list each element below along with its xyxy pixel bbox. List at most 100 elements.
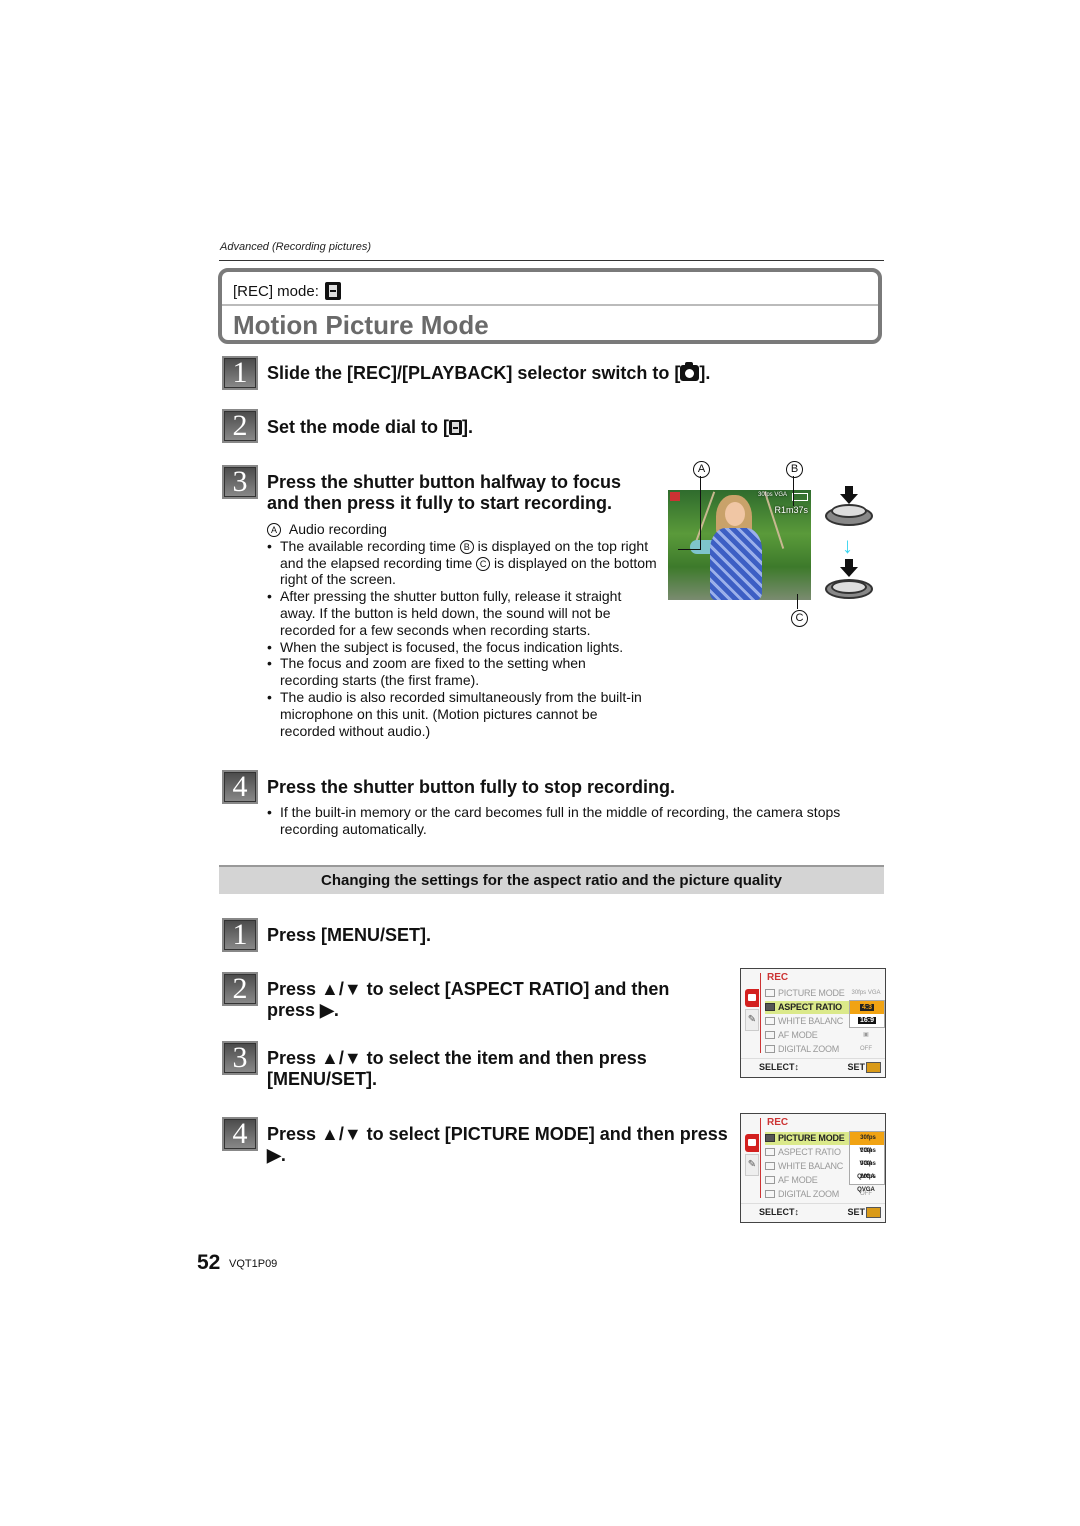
step-1-text: Slide the [REC]/[PLAYBACK] selector swit… (267, 362, 711, 384)
step-2-text: Set the mode dial to []. (267, 417, 473, 438)
header-rule (219, 260, 884, 261)
set-hint: SET (847, 1207, 865, 1217)
step-2-text-after: ]. (462, 417, 474, 437)
menu-row-picture-mode[interactable]: PICTURE MODE (765, 1132, 849, 1145)
motion-picture-film-icon (324, 282, 341, 300)
down-arrow-icon: ↓ (842, 533, 853, 558)
callout-b-marker: B (459, 539, 474, 554)
menu-row-label: PICTURE MODE (778, 1133, 845, 1143)
menu-row-label: DIGITAL ZOOM (778, 1044, 840, 1054)
shutter-top (831, 580, 867, 594)
menu-row-af-mode[interactable]: AF MODE (765, 1174, 849, 1187)
settings-step-3-text: Press ▲/▼ to select the item and then pr… (267, 1048, 647, 1090)
menu-footer: SELECT↕ SET (741, 1058, 885, 1077)
option-10fps-qvga[interactable]: 10fps QVGA (850, 1171, 884, 1193)
callout-b-leader (793, 476, 794, 506)
note-bullet-4: The focus and zoom are fixed to the sett… (267, 655, 640, 689)
shutter-half-press-icon (823, 486, 875, 528)
menu-row-label: PICTURE MODE (778, 988, 845, 998)
page-title: Motion Picture Mode (233, 310, 489, 340)
menu-title: REC (767, 1117, 789, 1128)
option-30fps-vga[interactable]: 30fps VGA (850, 1132, 884, 1154)
menu-row-digital-zoom[interactable]: DIGITAL ZOOM (765, 1043, 849, 1056)
select-hint: SELECT↕ (759, 1207, 800, 1217)
callout-a-note: A Audio recording (267, 521, 659, 538)
settings-step-3-line-2: [MENU/SET]. (267, 1069, 377, 1089)
option-label: 10fps QVGA (857, 1174, 876, 1193)
menu-row-digital-zoom[interactable]: DIGITAL ZOOM (765, 1188, 849, 1201)
menu-row-label: AF MODE (778, 1030, 818, 1040)
step-badge-4: 4 (222, 770, 258, 804)
rec-menu-tab-camera-icon[interactable] (745, 1134, 759, 1152)
menu-set-button-icon (866, 1207, 881, 1218)
menu-screen-picture-mode: ✎ REC PICTURE MODE ASPECT RATIO WHITE BA… (740, 1113, 886, 1223)
option-16-9[interactable]: 16:9 (850, 1014, 884, 1027)
menu-row-label: AF MODE (778, 1175, 818, 1185)
menu-footer: SELECT↕ SET (741, 1203, 885, 1222)
white-balance-icon (765, 1162, 775, 1170)
title-divider (222, 304, 878, 306)
settings-step-2-text: Press ▲/▼ to select [ASPECT RATIO] and t… (267, 979, 669, 1021)
menu-row-aspect-ratio[interactable]: ASPECT RATIO (765, 1146, 849, 1159)
menu-row-af-mode[interactable]: AF MODE (765, 1029, 849, 1042)
settings-step-badge-2: 2 (222, 972, 258, 1006)
motion-picture-film-icon (449, 420, 463, 435)
menu-row-white-balance[interactable]: WHITE BALANC (765, 1015, 849, 1028)
option-30fps-qvga[interactable]: 30fps QVGA (850, 1158, 884, 1180)
note-bullet-2: After pressing the shutter button fully,… (267, 588, 659, 638)
setup-menu-tab-wrench-icon[interactable]: ✎ (745, 1009, 759, 1031)
menu-row-white-balance[interactable]: WHITE BALANC (765, 1160, 849, 1173)
illustration-callout-b: B (786, 460, 803, 478)
menu-row-label: ASPECT RATIO (778, 1147, 841, 1157)
callout-a-leader (700, 476, 701, 550)
illustration-callout-c: C (791, 609, 808, 627)
press-arrow-stem (845, 486, 853, 494)
illustration-callout-a: A (693, 460, 710, 478)
picture-mode-icon (765, 989, 775, 997)
setup-menu-tab-wrench-icon[interactable]: ✎ (745, 1154, 759, 1176)
step-4-text: Press the shutter button fully to stop r… (267, 777, 676, 797)
press-arrow-stem (845, 559, 853, 567)
option-label: 16:9 (857, 1017, 876, 1024)
title-box: [REC] mode: Motion Picture Mode (218, 268, 882, 344)
step-1-text-after: ]. (699, 363, 711, 383)
settings-step-badge-4: 4 (222, 1117, 258, 1151)
white-balance-icon (765, 1017, 775, 1025)
af-mode-icon (765, 1176, 775, 1184)
rec-menu-tab-camera-icon[interactable] (745, 989, 759, 1007)
note-bullet-step4: If the built-in memory or the card becom… (267, 804, 877, 838)
callout-a-text: Audio recording (288, 521, 387, 537)
menu-row-picture-mode[interactable]: PICTURE MODE (765, 987, 849, 1000)
menu-row-aspect-ratio[interactable]: ASPECT RATIO (765, 1001, 849, 1014)
quality-osd: 30fps VGA (758, 492, 788, 498)
step-badge-2: 2 (222, 409, 258, 443)
callout-a-label: A (693, 461, 710, 478)
option-4-3[interactable]: 4:3 (850, 1001, 884, 1014)
shutter-full-press-icon (823, 559, 875, 601)
note-bullet-5: The audio is also recorded simultaneousl… (267, 689, 652, 739)
swing-rope (763, 491, 785, 549)
step-3-line-2: and then press it fully to start recordi… (267, 493, 613, 513)
photo-dress (710, 528, 762, 600)
settings-step-1-text: Press [MENU/SET]. (267, 925, 432, 945)
menu-row-label: DIGITAL ZOOM (778, 1189, 840, 1199)
menu-tab-divider (760, 1118, 761, 1198)
select-hint: SELECT↕ (759, 1062, 800, 1072)
remaining-time-osd: R1m37s (774, 505, 808, 515)
option-10fps-vga[interactable]: 10fps VGA (850, 1145, 884, 1167)
recording-screen-photo: 30fps VGA R1m37s (668, 490, 811, 600)
settings-step-3-line-1: Press ▲/▼ to select the item and then pr… (267, 1048, 647, 1068)
press-arrow (840, 567, 858, 577)
step-3-notes: A Audio recording The available recordin… (267, 521, 659, 739)
step-badge-3: 3 (222, 465, 258, 499)
picture-mode-options-popup: 30fps VGA 10fps VGA 30fps QVGA 10fps QVG… (849, 1131, 885, 1193)
settings-step-2-line-1: Press ▲/▼ to select [ASPECT RATIO] and t… (267, 979, 670, 999)
menu-value-af-mode: ▣ (863, 1032, 869, 1038)
rec-mode-label: [REC] mode: (233, 282, 319, 300)
set-hint: SET (847, 1062, 865, 1072)
note-text: The available recording time (280, 537, 460, 554)
menu-row-label: ASPECT RATIO (778, 1002, 842, 1012)
option-label: 4:3 (859, 1004, 875, 1011)
shutter-top (831, 504, 867, 518)
document-code: VQT1P09 (229, 1258, 278, 1270)
